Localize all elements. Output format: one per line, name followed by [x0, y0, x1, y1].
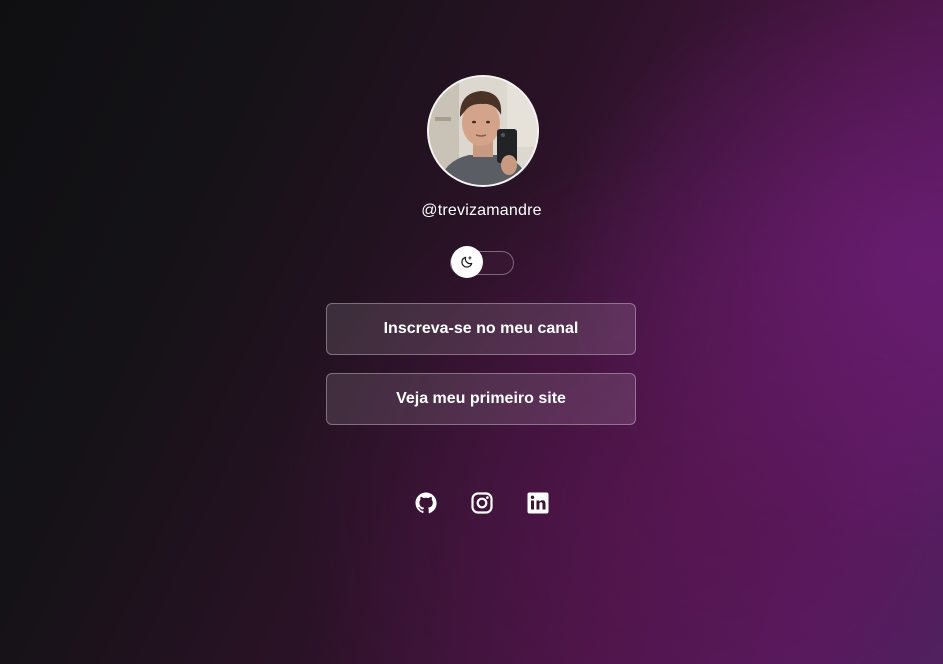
subscribe-channel-button[interactable]: Inscreva-se no meu canal [326, 303, 636, 355]
instagram-link[interactable] [469, 490, 495, 516]
first-site-button[interactable]: Veja meu primeiro site [326, 373, 636, 425]
linkedin-link[interactable] [525, 490, 551, 516]
toggle-knob[interactable] [451, 246, 483, 278]
username: @trevizamandre [421, 202, 542, 219]
avatar-photo [429, 77, 537, 185]
linktree-page: @trevizamandre Inscreva-se no meu canal … [0, 0, 943, 664]
avatar [427, 75, 539, 187]
moon-icon [461, 256, 473, 268]
linkedin-icon [527, 492, 549, 514]
github-link[interactable] [413, 490, 439, 516]
theme-toggle[interactable] [450, 246, 514, 278]
instagram-icon [471, 492, 493, 514]
github-icon [415, 492, 437, 514]
